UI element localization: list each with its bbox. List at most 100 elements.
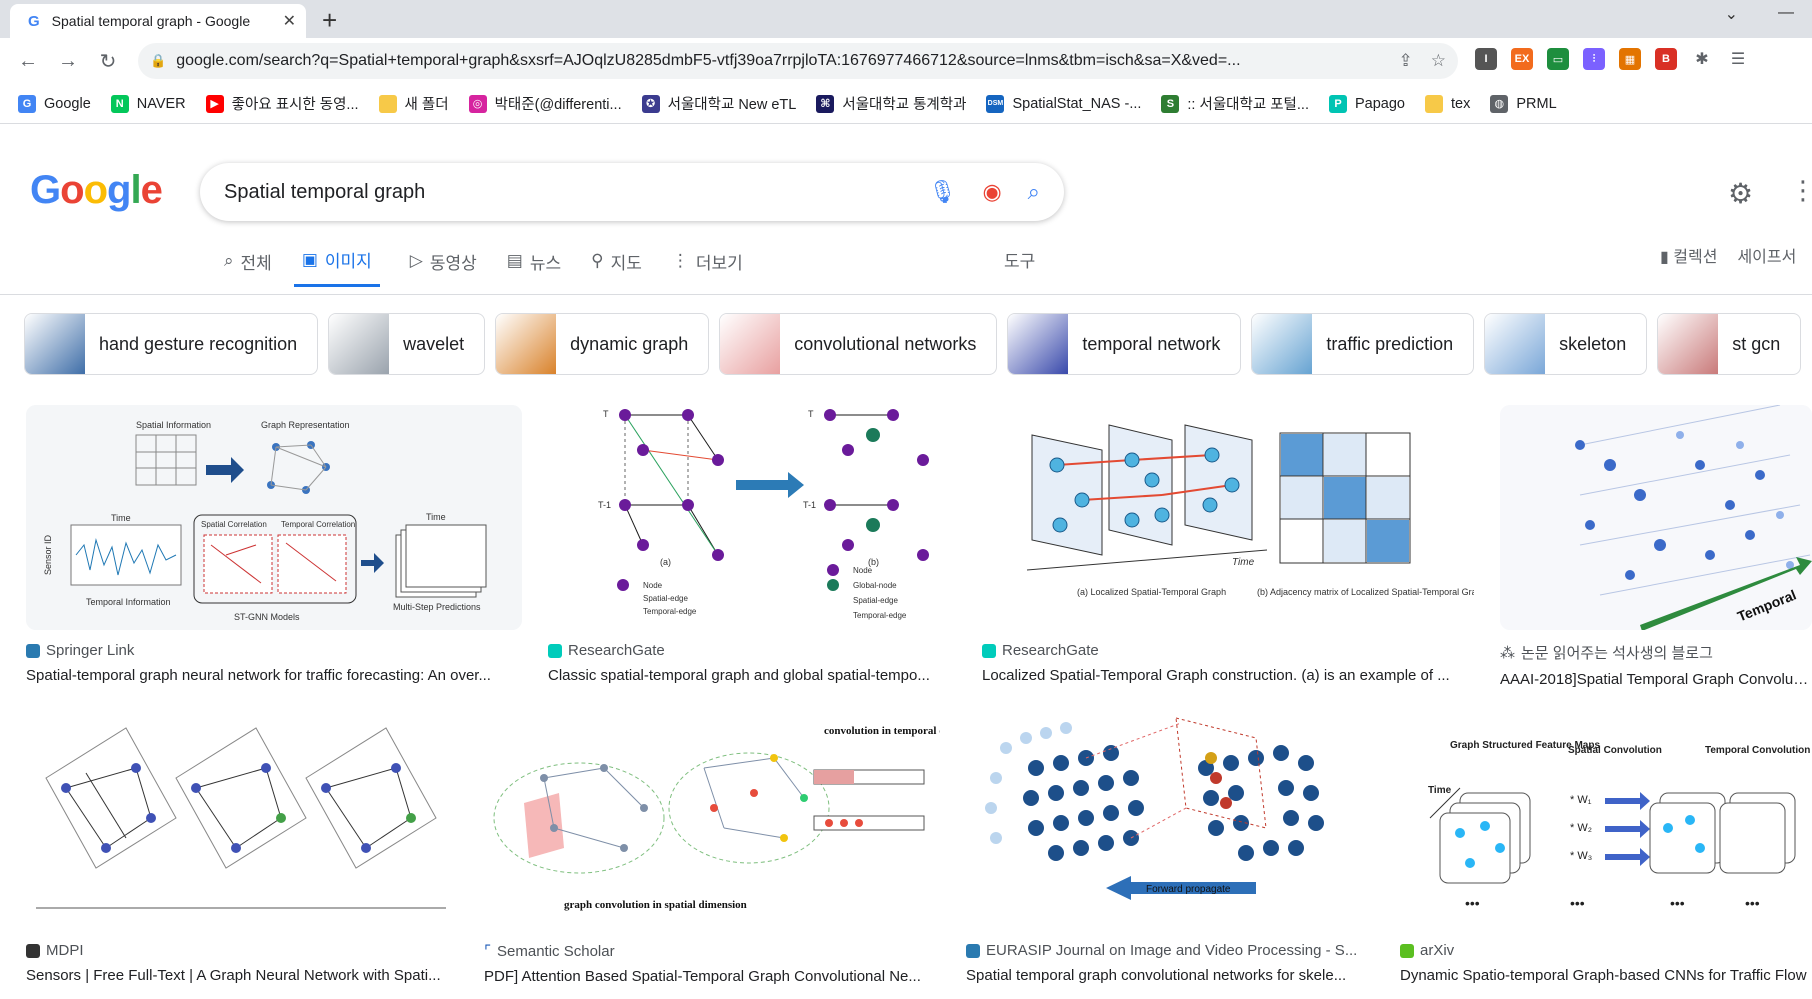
chip-label: convolutional networks (794, 333, 977, 354)
blog-favicon-icon: ⁂ (1500, 644, 1515, 662)
bookmark-item[interactable]: N NAVER (110, 94, 186, 113)
minimize-icon[interactable]: — (1778, 4, 1794, 24)
bookmark-item[interactable]: S:: 서울대학교 포털... (1161, 93, 1309, 114)
extension-screen-icon[interactable]: ▭ (1547, 48, 1569, 70)
result-card-1[interactable]: Spatial Information Graph Representation… (26, 405, 522, 684)
search-box[interactable]: Spatial temporal graph 🎙 ◉ ⌕ (200, 163, 1064, 221)
google-favicon-icon: G (28, 12, 40, 30)
apps-grid-icon[interactable]: ⋮⋮ (1790, 175, 1812, 206)
result-title[interactable]: Spatial-temporal graph neural network fo… (26, 667, 522, 684)
related-search-chip[interactable]: wavelet (328, 313, 486, 375)
result-card-6[interactable]: convolution in temporal dimension graph … (484, 708, 940, 985)
result-title[interactable]: Dynamic Spatio-temporal Graph-based CNNs… (1400, 967, 1812, 984)
bookmark-item[interactable]: 새 폴더 (378, 93, 449, 114)
share-icon[interactable]: ⇪ (1399, 51, 1413, 71)
related-search-chip[interactable]: convolutional networks (719, 313, 998, 375)
result-image[interactable]: Time (a) Localized Spatial-Temporal Grap… (982, 405, 1474, 630)
result-image[interactable]: Spatial Information Graph Representation… (26, 405, 522, 630)
chevron-down-icon[interactable]: ⌄ (1725, 4, 1738, 24)
result-card-7[interactable]: Forward propagate EURASIP Journal on Ima… (966, 708, 1374, 984)
bookmark-label: NAVER (136, 95, 186, 112)
svg-text:Time: Time (111, 513, 131, 523)
close-tab-icon[interactable]: ✕ (283, 11, 296, 31)
svg-text:T-1: T-1 (598, 500, 611, 510)
extension-ex-icon[interactable]: EX (1511, 48, 1533, 70)
lens-camera-icon[interactable]: ◉ (982, 179, 1001, 205)
related-search-chip[interactable]: skeleton (1484, 313, 1648, 375)
address-bar[interactable]: 🔒 google.com/search?q=Spatial+temporal+g… (138, 43, 1458, 79)
search-input[interactable]: Spatial temporal graph (224, 181, 903, 204)
result-title[interactable]: Localized Spatial-Temporal Graph constru… (982, 667, 1474, 684)
bookmark-item[interactable]: DSM SpatialStat_NAS -... (986, 94, 1141, 113)
result-title[interactable]: Sensors | Free Full-Text | A Graph Neura… (26, 967, 458, 984)
bookmark-item[interactable]: ◍ PRML (1490, 94, 1557, 113)
video-icon: ▷ (409, 251, 423, 270)
browser-tab[interactable]: G Spatial temporal graph - Google ✕ (10, 4, 306, 38)
tab-news[interactable]: ▤ 뉴스 (507, 247, 561, 287)
result-card-8[interactable]: Graph Structured Feature Maps Spatial Co… (1400, 708, 1812, 984)
bookmark-item[interactable]: ◎ 박태준(@differenti... (468, 93, 622, 114)
chip-thumbnail (720, 314, 781, 374)
extension-b-icon[interactable]: B (1655, 48, 1677, 70)
bookmark-item[interactable]: ⌘ 서울대학교 통계학과 (816, 93, 966, 114)
reading-list-icon[interactable]: ☰ (1727, 48, 1749, 70)
bookmark-item[interactable]: ✪ 서울대학교 New eTL (641, 93, 796, 114)
bookmark-item[interactable]: G Google (18, 94, 91, 113)
result-card-2[interactable]: T T-1 (a) T T-1 (b) Node Spatial-edge Te… (548, 405, 956, 684)
result-card-5[interactable]: MDPI Sensors | Free Full-Text | A Graph … (26, 708, 458, 984)
result-card-3[interactable]: Time (a) Localized Spatial-Temporal Grap… (982, 405, 1474, 684)
result-title[interactable]: PDF] Attention Based Spatial-Temporal Gr… (484, 968, 940, 985)
related-search-chip[interactable]: st gcn (1657, 313, 1802, 375)
svg-text:(b) Adjacency matrix of Locali: (b) Adjacency matrix of Localized Spatia… (1257, 587, 1474, 597)
svg-text:Spatial Correlation: Spatial Correlation (201, 520, 267, 529)
google-logo[interactable]: Google (30, 168, 163, 213)
bookmark-item[interactable]: ▶ 좋아요 표시한 동영... (205, 93, 359, 114)
result-image[interactable] (26, 708, 458, 930)
result-card-4[interactable]: Temporal ⁂ 논문 읽어주는 석사생의 블로그 AAAI-2018]Spa… (1500, 405, 1812, 688)
svg-text:Node: Node (643, 581, 663, 590)
back-arrow-icon[interactable]: ← (8, 50, 48, 73)
extension-grid-icon[interactable]: ▦ (1619, 48, 1641, 70)
settings-gear-icon[interactable]: ⚙ (1728, 177, 1753, 210)
related-search-chip[interactable]: traffic prediction (1251, 313, 1475, 375)
tab-video[interactable]: ▷ 동영상 (410, 247, 477, 287)
extension-sliders-icon[interactable]: ⫶ (1583, 48, 1605, 70)
result-image[interactable]: T T-1 (a) T T-1 (b) Node Spatial-edge Te… (548, 405, 956, 630)
svg-text:Spatial Convolution: Spatial Convolution (1568, 745, 1662, 756)
browser-toolbar: ← → ↻ 🔒 google.com/search?q=Spatial+temp… (0, 38, 1812, 84)
bookmark-star-icon[interactable]: ☆ (1431, 51, 1446, 71)
microphone-icon[interactable]: 🎙 (929, 179, 957, 205)
related-search-chip[interactable]: temporal network (1007, 313, 1242, 375)
related-search-chip[interactable]: hand gesture recognition (24, 313, 319, 375)
extensions-puzzle-icon[interactable]: ✱ (1691, 48, 1713, 70)
result-image[interactable]: convolution in temporal dimension graph … (484, 708, 940, 930)
tab-search[interactable]: ⌕ 전체 (224, 247, 272, 287)
result-title[interactable]: Spatial temporal graph convolutional net… (966, 967, 1374, 984)
tab-image[interactable]: ▣ 이미지 (293, 247, 380, 287)
chip-thumbnail (1485, 314, 1546, 374)
extension-info-icon[interactable]: I (1475, 48, 1497, 70)
result-title[interactable]: AAAI-2018]Spatial Temporal Graph Convolu… (1500, 671, 1812, 688)
chip-label: temporal network (1082, 333, 1221, 354)
bookmark-item[interactable]: tex (1425, 94, 1470, 113)
tools-button[interactable]: 도구 (1004, 247, 1035, 272)
folder-icon (1425, 94, 1443, 113)
reload-icon[interactable]: ↻ (88, 49, 128, 74)
bookmark-favicon-icon: G (18, 94, 36, 113)
new-tab-icon[interactable]: + (322, 6, 337, 34)
forward-arrow-icon[interactable]: → (48, 50, 88, 73)
chip-thumbnail (329, 314, 390, 374)
result-title[interactable]: Classic spatial-temporal graph and globa… (548, 667, 956, 684)
svg-text:Multi-Step Predictions: Multi-Step Predictions (393, 602, 481, 612)
bookmark-item[interactable]: P Papago (1329, 94, 1405, 113)
result-image[interactable]: Graph Structured Feature Maps Spatial Co… (1400, 708, 1812, 930)
search-icon[interactable]: ⌕ (1028, 179, 1040, 205)
svg-text:* W₃: * W₃ (1570, 850, 1592, 862)
related-search-chip[interactable]: dynamic graph (495, 313, 710, 375)
collection-button[interactable]: ▮ 컬렉션 (1660, 243, 1717, 267)
result-image[interactable]: Forward propagate (966, 708, 1374, 930)
tab-more[interactable]: ⋮ 더보기 (672, 247, 743, 287)
safesearch-button[interactable]: 세이프서 (1737, 243, 1796, 267)
result-image[interactable]: Temporal (1500, 405, 1812, 630)
tab-map-pin[interactable]: ⚲ 지도 (591, 247, 642, 287)
